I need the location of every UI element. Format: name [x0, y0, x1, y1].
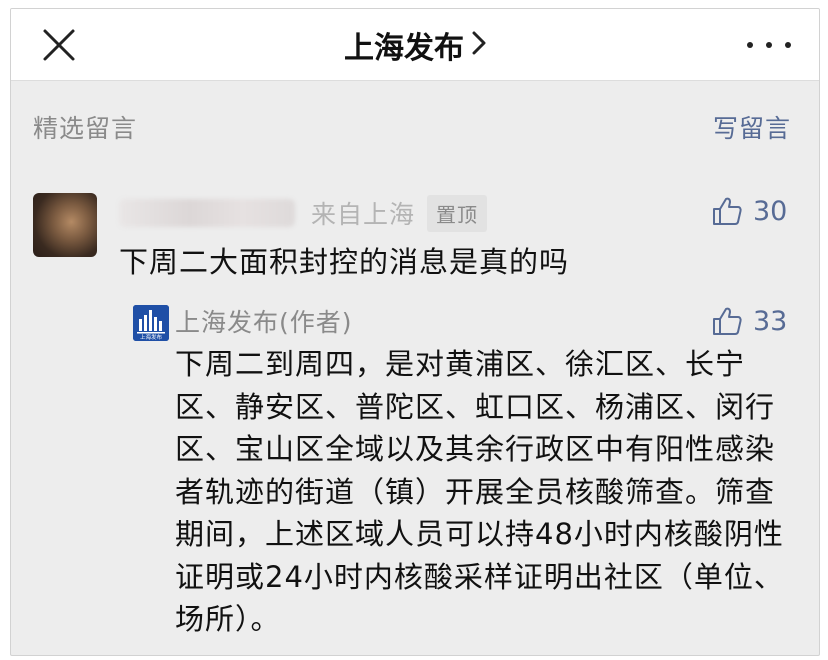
write-comment-button[interactable]: 写留言 — [713, 109, 791, 145]
comment-text: 下周二大面积封控的消息是真的吗 — [119, 245, 570, 279]
more-dots-icon — [747, 42, 753, 48]
top-navigation-bar: 上海发布 — [11, 9, 819, 81]
selected-comments-header: 精选留言 写留言 — [11, 109, 819, 149]
more-dots-icon — [766, 42, 772, 48]
reply-like-count: 33 — [753, 305, 788, 337]
close-button[interactable] — [39, 25, 79, 65]
chevron-right-icon — [472, 28, 486, 63]
svg-text:上海发布: 上海发布 — [140, 333, 163, 341]
more-dots-icon — [785, 42, 791, 48]
thumbs-up-icon — [713, 307, 742, 335]
commenter-name-blurred — [119, 199, 295, 227]
comment-like-count: 30 — [753, 195, 788, 227]
page-title: 上海发布 — [344, 31, 464, 66]
account-title-button[interactable]: 上海发布 — [344, 23, 486, 67]
avatar[interactable] — [33, 193, 97, 257]
comment-meta: 来自上海 置顶 — [119, 193, 488, 233]
reply-like-button[interactable]: 33 — [711, 305, 787, 337]
section-title: 精选留言 — [33, 114, 138, 143]
pinned-badge: 置顶 — [427, 194, 488, 232]
reply-author[interactable]: 上海发布(作者) — [175, 303, 353, 339]
thumbs-up-icon — [713, 197, 742, 225]
close-icon — [43, 29, 75, 61]
shanghai-logo-icon: 上海发布 — [133, 305, 169, 341]
reply-text: 下周二到周四，是对黄浦区、徐汇区、长宁区、静安区、普陀区、虹口区、杨浦区、闵行区… — [175, 347, 784, 636]
author-avatar[interactable]: 上海发布 — [133, 305, 169, 341]
comment-like-button[interactable]: 30 — [711, 195, 787, 227]
comment-location: 来自上海 — [311, 200, 416, 229]
app-frame: 上海发布 精选留言 写留言 来自上海 置顶 30 下周二大面积封控的消息是真的吗… — [10, 8, 820, 656]
more-options-button[interactable] — [747, 29, 791, 61]
